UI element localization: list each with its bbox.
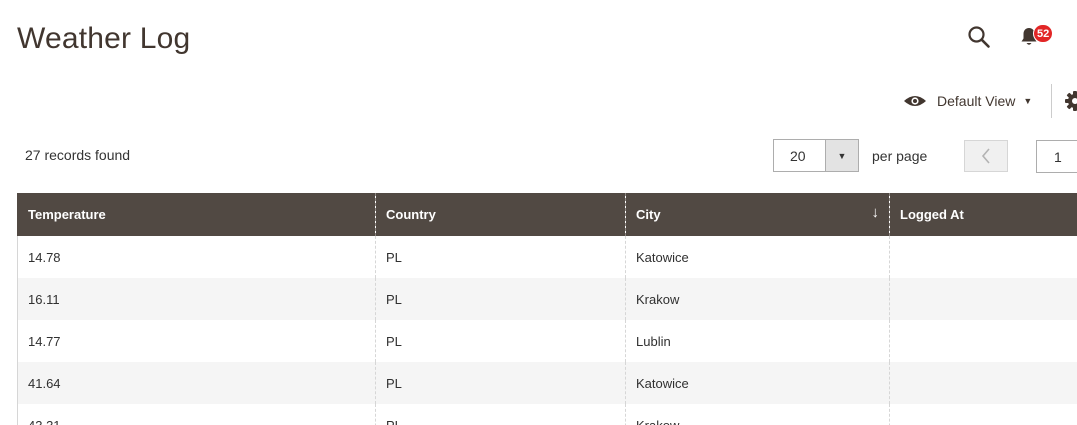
- column-header-temperature[interactable]: Temperature: [17, 193, 376, 236]
- chevron-left-icon: [981, 148, 990, 164]
- grid-header-row: Temperature Country City ↓ Logged At: [17, 193, 1077, 236]
- cell-country: PL: [375, 404, 626, 425]
- gear-icon: [1065, 91, 1077, 111]
- toolbar-divider: [1051, 84, 1052, 118]
- view-switcher-label: Default View: [937, 93, 1016, 109]
- eye-icon: [904, 96, 926, 106]
- per-page-toggle[interactable]: ▼: [825, 140, 858, 171]
- cell-city: Katowice: [625, 236, 890, 278]
- search-button[interactable]: [962, 20, 996, 54]
- cell-temperature: 41.64: [17, 362, 376, 404]
- cell-logged-at: [889, 404, 1077, 425]
- column-header-label: Logged At: [900, 207, 964, 222]
- cell-logged-at: [889, 320, 1077, 362]
- table-row[interactable]: 14.78 PL Katowice: [17, 236, 1077, 278]
- cell-city: Lublin: [625, 320, 890, 362]
- column-header-label: Temperature: [28, 207, 106, 222]
- per-page-value: 20: [790, 147, 806, 164]
- cell-country: PL: [375, 320, 626, 362]
- arrow-down-icon: ↓: [871, 204, 880, 221]
- data-grid: Temperature Country City ↓ Logged At 14.7…: [17, 193, 1077, 425]
- notification-count-badge: 52: [1033, 24, 1054, 43]
- admin-page: Weather Log 52 Default View ▼ 27 records…: [0, 0, 1077, 425]
- cell-city: Krakow: [625, 404, 890, 425]
- table-row[interactable]: 43.31 PL Krakow: [17, 404, 1077, 425]
- chevron-down-icon: ▼: [837, 150, 847, 161]
- cell-city: Katowice: [625, 362, 890, 404]
- per-page-label: per page: [872, 148, 928, 164]
- cell-temperature: 14.77: [17, 320, 376, 362]
- cell-logged-at: [889, 278, 1077, 320]
- cell-country: PL: [375, 278, 626, 320]
- cell-country: PL: [375, 236, 626, 278]
- page-title: Weather Log: [17, 22, 191, 55]
- view-switcher[interactable]: Default View ▼: [903, 88, 1032, 114]
- cell-temperature: 16.11: [17, 278, 376, 320]
- prev-page-button[interactable]: [964, 140, 1008, 172]
- column-header-logged-at[interactable]: Logged At: [889, 193, 1077, 236]
- column-header-city[interactable]: City ↓: [625, 193, 890, 236]
- cell-temperature: 14.78: [17, 236, 376, 278]
- cell-logged-at: [889, 236, 1077, 278]
- cell-city: Krakow: [625, 278, 890, 320]
- table-row[interactable]: 14.77 PL Lublin: [17, 320, 1077, 362]
- column-header-country[interactable]: Country: [375, 193, 626, 236]
- table-row[interactable]: 41.64 PL Katowice: [17, 362, 1077, 404]
- chevron-down-icon: ▼: [1023, 96, 1033, 106]
- column-header-label: City: [636, 207, 661, 222]
- per-page-select[interactable]: 20 ▼: [773, 139, 859, 172]
- cell-temperature: 43.31: [17, 404, 376, 425]
- columns-settings-button[interactable]: [1064, 89, 1077, 113]
- cell-logged-at: [889, 362, 1077, 404]
- table-row[interactable]: 16.11 PL Krakow: [17, 278, 1077, 320]
- search-icon: [968, 26, 990, 48]
- column-header-label: Country: [386, 207, 436, 222]
- page-number-input[interactable]: 1: [1036, 140, 1077, 173]
- records-count: 27 records found: [25, 147, 131, 163]
- notifications-button[interactable]: 52: [1014, 22, 1060, 54]
- cell-country: PL: [375, 362, 626, 404]
